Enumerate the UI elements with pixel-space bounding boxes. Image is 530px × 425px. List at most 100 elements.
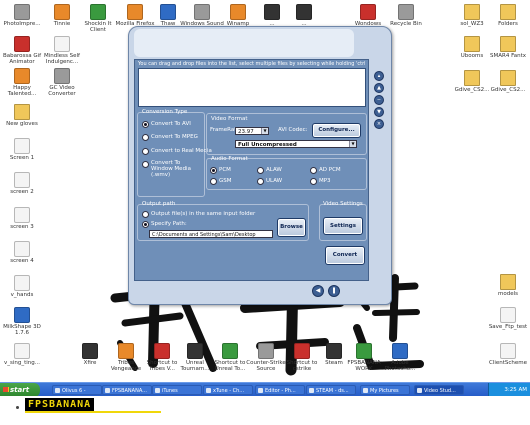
image-file-icon	[14, 172, 30, 188]
radio-convert-avi[interactable]	[142, 121, 149, 128]
taskbar-button[interactable]: FPSBANANA...	[102, 385, 152, 395]
desktop-icon[interactable]: Folders	[486, 4, 530, 27]
desktop-icon[interactable]: models	[486, 274, 530, 297]
desktop-icon[interactable]: Happy Talented...	[0, 68, 44, 97]
radio-audio-adpcm[interactable]	[310, 167, 317, 174]
desktop-icon[interactable]: Save_Ftp_test	[486, 307, 530, 330]
taskbar-button[interactable]: STEAM - ds...	[306, 385, 356, 395]
app-icon	[296, 4, 312, 20]
taskbar-button[interactable]: Video Stud...	[414, 385, 464, 395]
radio-audio-alaw[interactable]	[257, 167, 264, 174]
desktop-icon[interactable]: SMAR4 Fantx	[486, 36, 530, 59]
taskbar-button[interactable]: My Pictures	[360, 385, 410, 395]
settings-button[interactable]: Settings	[323, 217, 363, 235]
desktop-icon[interactable]: PhotoImpre...	[0, 4, 44, 27]
radio-audio-ulaw[interactable]	[257, 178, 264, 185]
clock[interactable]: 3:25 AM	[504, 387, 527, 393]
desktop-icon-label: Recycle Bin	[390, 21, 422, 27]
image-file-icon	[14, 241, 30, 257]
avi-codec-value: Full Uncompressed	[238, 142, 297, 148]
framerate-select[interactable]: 23.97 ▼	[235, 127, 269, 135]
output-path-input[interactable]: C:\Documents and Settings\Sam\Desktop	[149, 230, 273, 238]
desktop-icon[interactable]: Mindless Self Indulgenc...	[40, 36, 84, 65]
radio-specify-path[interactable]	[142, 221, 149, 228]
video-format-title: Video Format	[211, 116, 248, 122]
desktop-icon-label: screen 4	[10, 258, 34, 264]
desktop-icon[interactable]: Recycle Bin	[384, 4, 428, 27]
folder-icon	[500, 274, 516, 290]
app-icon	[356, 343, 372, 359]
app-icon	[230, 4, 246, 20]
app-icon	[14, 307, 30, 323]
desktop-icon[interactable]: screen 2	[0, 172, 44, 195]
avi-codec-select[interactable]: Full Uncompressed ▼	[235, 140, 357, 148]
desktop-icon[interactable]: Gdive_CS2...	[486, 70, 530, 93]
radio-convert-mpeg[interactable]	[142, 134, 149, 141]
radio-convert-wmv[interactable]	[142, 161, 149, 168]
image-file-icon	[14, 138, 30, 154]
desktop-icon[interactable]: Babarossa Gif Animator	[0, 36, 44, 65]
desktop-icon-label: Folders	[498, 21, 518, 27]
taskbar-button[interactable]: Editor - Ph...	[255, 385, 305, 395]
taskbar-button[interactable]: xTune - Ch...	[203, 385, 253, 395]
desktop-icon[interactable]: New gloves	[0, 104, 44, 127]
desktop-icon[interactable]: MilkShape 3D 1.7.6	[0, 307, 44, 336]
taskbar: start 3:25 AM Olivus 6 - FPSBANANA... iTun…	[0, 382, 530, 397]
taskbar-button[interactable]: Olivus 6 -	[52, 385, 102, 395]
radio-audio-gsm[interactable]	[210, 178, 217, 185]
desktop-icon-label: Mindless Self Indulgenc...	[44, 53, 80, 65]
drag-drop-hint: You can drag and drop files into the lis…	[138, 61, 365, 67]
desktop-icon[interactable]: Screen 1	[0, 138, 44, 161]
output-path-value: C:\Documents and Settings\Sam\Desktop	[152, 232, 256, 238]
radio-output-same-folder[interactable]	[142, 211, 149, 218]
app-icon	[258, 343, 274, 359]
folder-icon	[500, 36, 516, 52]
folder-icon	[14, 104, 30, 120]
radio-audio-pcm[interactable]	[210, 167, 217, 174]
desktop-icon[interactable]: v_hands	[0, 275, 44, 298]
desktop-icon-label: New gloves	[6, 121, 38, 127]
remove-file-icon[interactable]: −	[374, 95, 384, 105]
conversion-type-title: Conversion Type	[142, 109, 188, 115]
desktop-icon[interactable]: v_sing_ting...	[0, 343, 44, 366]
add-file-icon[interactable]: ▴	[374, 71, 384, 81]
radio-label: Convert To AVI	[151, 121, 191, 127]
bullet-icon	[16, 406, 19, 409]
clear-list-icon[interactable]: ×	[374, 119, 384, 129]
desktop-icon[interactable]: screen 4	[0, 241, 44, 264]
desktop-icon-label: v_sing_ting...	[3, 360, 41, 366]
configure-button[interactable]: Configure...	[312, 123, 361, 138]
back-icon[interactable]: ◀	[312, 285, 324, 297]
framerate-value: 23.97	[238, 129, 254, 135]
desktop-icon[interactable]: screen 3	[0, 207, 44, 230]
desktop-icon[interactable]: GC Video Converter	[40, 68, 84, 97]
browse-button[interactable]: Browse	[277, 218, 306, 237]
pause-icon[interactable]: ❚	[328, 285, 340, 297]
desktop-icon-label: Save_Ftp_test	[488, 324, 528, 330]
desktop-icon-label: SMAR4 Fantx	[490, 53, 526, 59]
folder-icon	[464, 4, 480, 20]
desktop-icon-label: screen 2	[10, 189, 34, 195]
start-button[interactable]: start	[0, 383, 40, 397]
fpsbanana-banner: FPSBANANA	[0, 396, 530, 425]
app-icon	[294, 343, 310, 359]
main-panel: You can drag and drop files into the lis…	[134, 59, 369, 281]
desktop-icon[interactable]: ClientScheme	[486, 343, 530, 366]
radio-convert-real-media[interactable]	[142, 148, 149, 155]
app-icon	[154, 343, 170, 359]
desktop-icon[interactable]: ...	[282, 4, 326, 27]
radio-audio-mp3[interactable]	[310, 178, 317, 185]
taskbar-button[interactable]: iTunes	[152, 385, 202, 395]
output-path-title: Output path	[142, 201, 176, 207]
convert-button[interactable]: Convert	[325, 246, 365, 265]
folder-icon	[464, 36, 480, 52]
move-up-icon[interactable]: ▲	[374, 83, 384, 93]
fpsbanana-logo[interactable]: FPSBANANA	[25, 398, 95, 411]
move-down-icon[interactable]: ▼	[374, 107, 384, 117]
desktop-icon[interactable]: Adobe Photosho...	[378, 343, 422, 372]
folder-icon	[500, 4, 516, 20]
file-list[interactable]	[138, 68, 366, 107]
app-icon	[160, 4, 176, 20]
file-icon	[500, 307, 516, 323]
radio-label: ULAW	[266, 178, 283, 184]
